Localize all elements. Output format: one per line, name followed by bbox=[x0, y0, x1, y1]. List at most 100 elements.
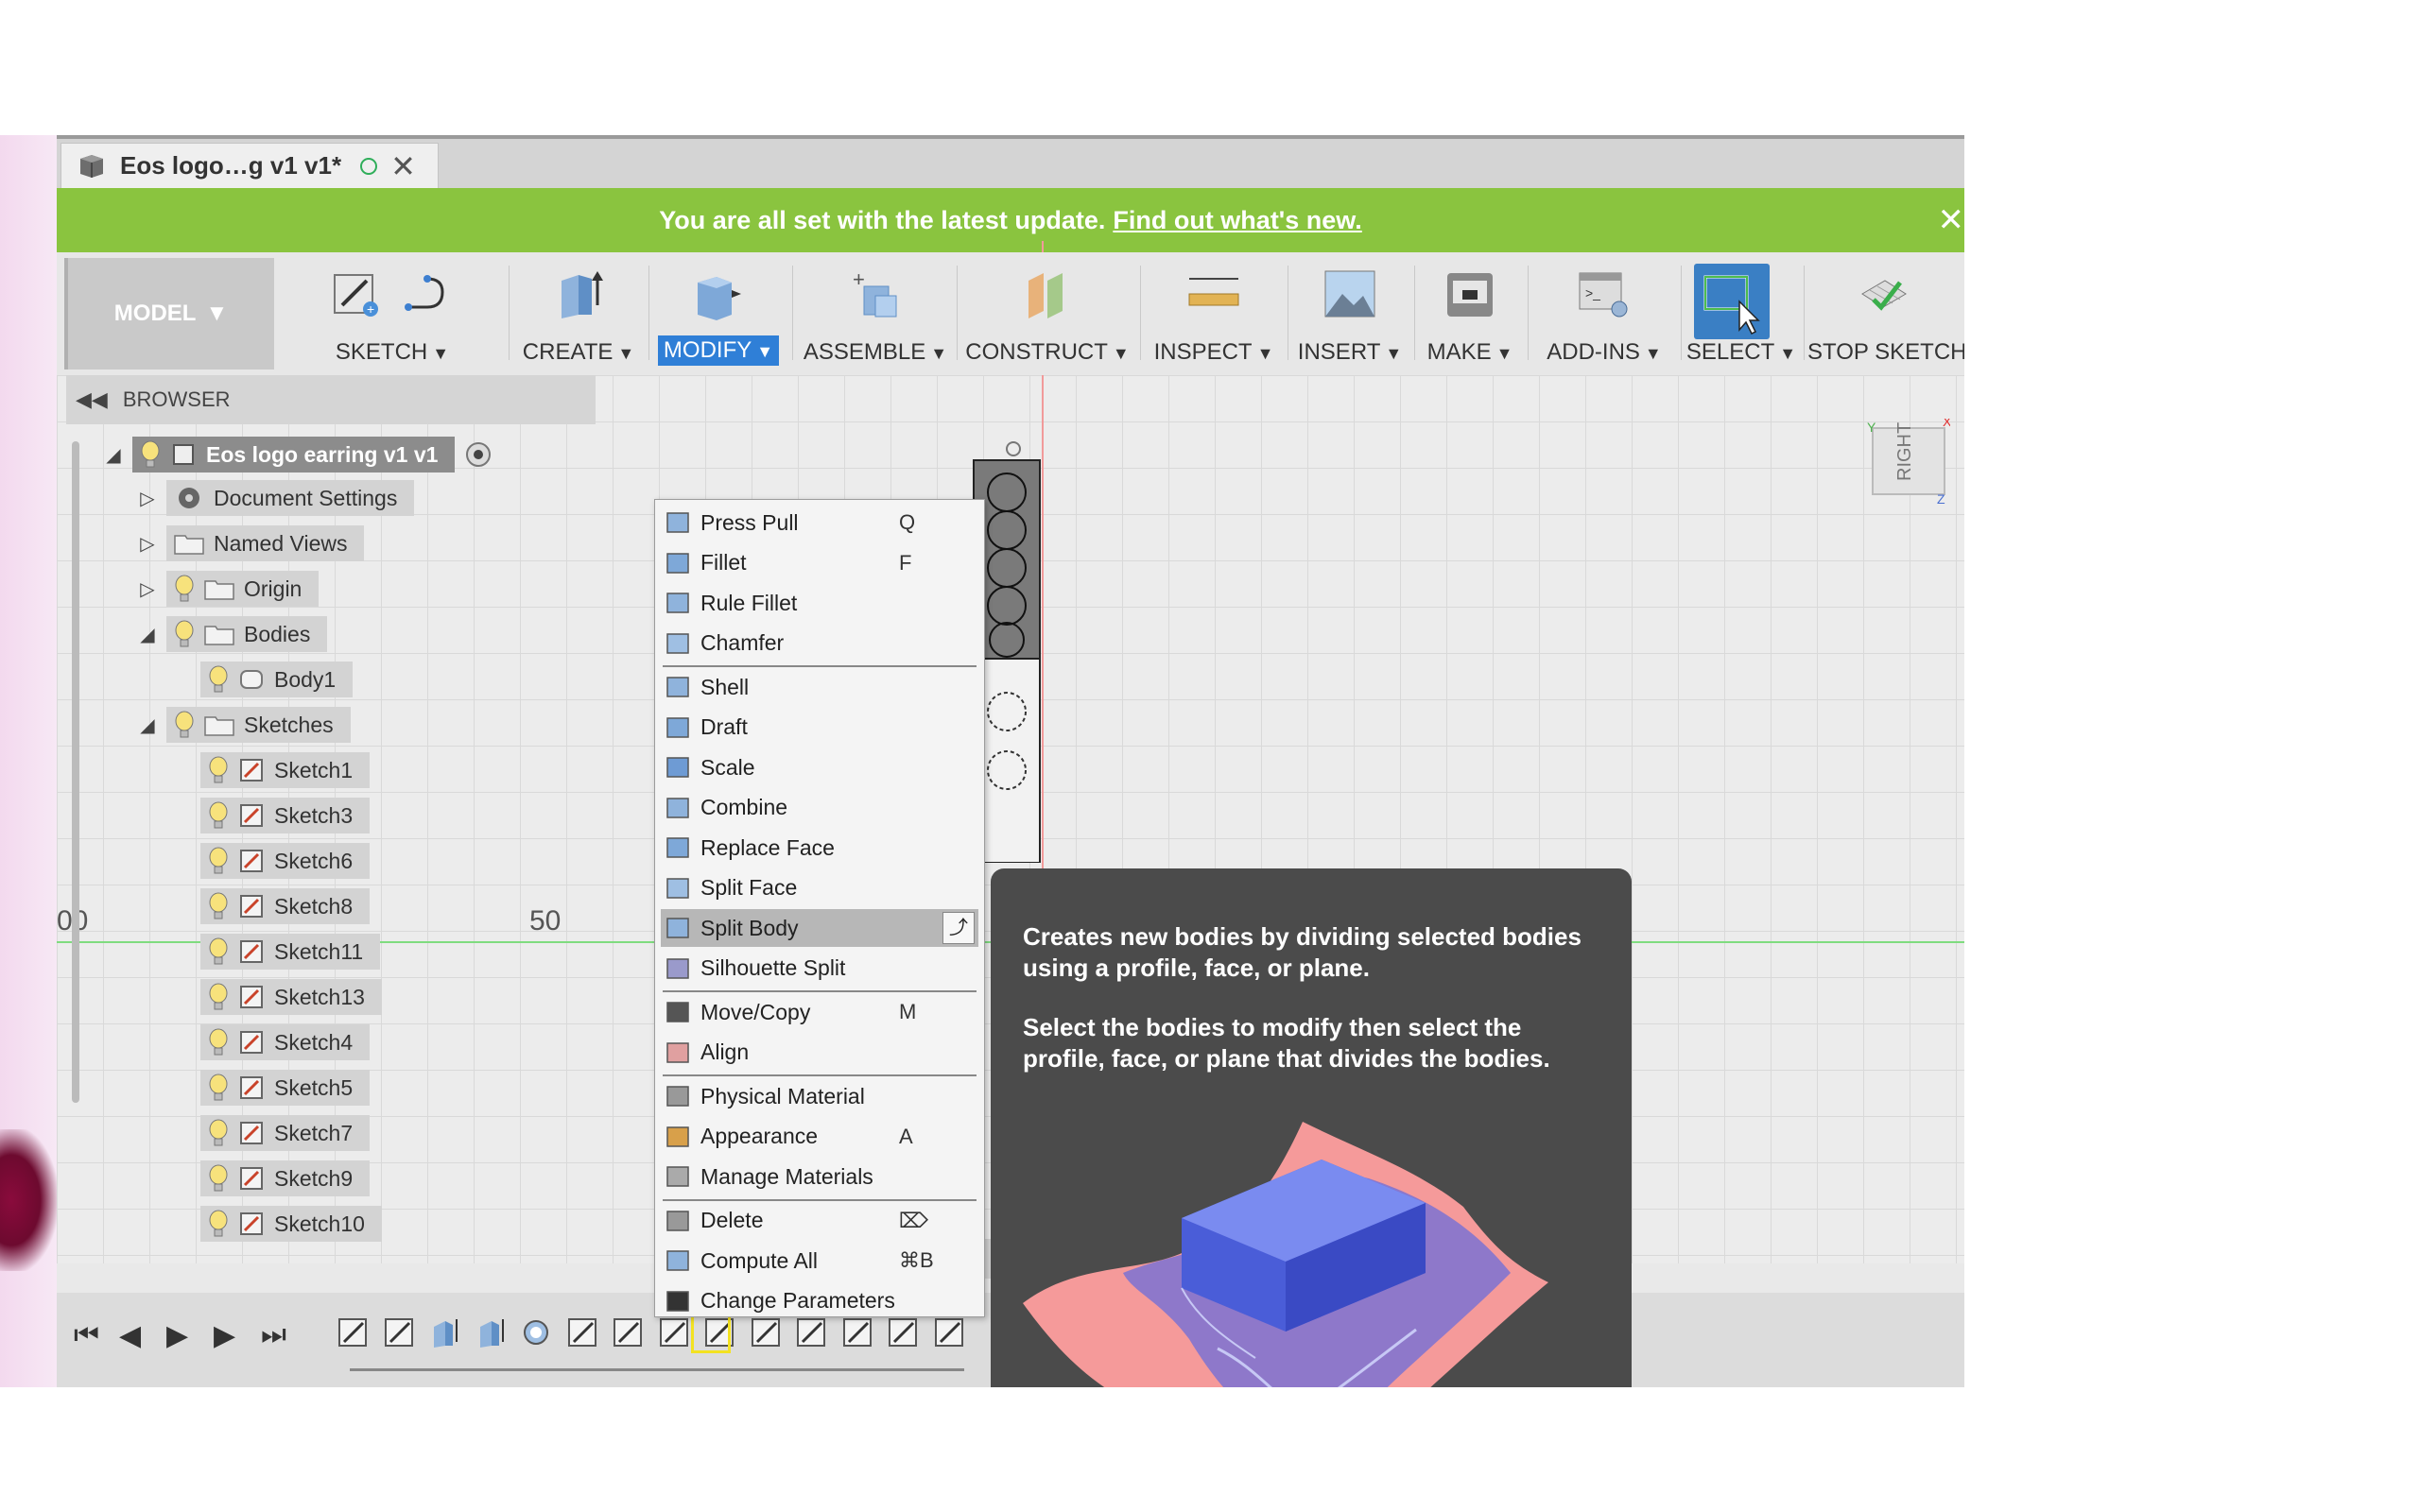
toolbar-modify[interactable]: MODIFY bbox=[652, 258, 785, 369]
toolbar-select[interactable]: SELECT bbox=[1685, 258, 1798, 369]
menu-item-compute-all[interactable]: Compute All ⌘B bbox=[661, 1242, 978, 1280]
menu-item-draft[interactable]: Draft bbox=[661, 709, 978, 747]
play-icon[interactable]: ▶ bbox=[166, 1319, 188, 1352]
toolbar-make[interactable]: MAKE bbox=[1418, 258, 1522, 369]
tree-node-document-settings[interactable]: ▷ Document Settings bbox=[138, 479, 415, 517]
chevron-down-icon: ▼ bbox=[205, 301, 229, 326]
pin-to-toolbar-icon[interactable]: ⤴ bbox=[942, 912, 975, 944]
visibility-bulb-icon[interactable] bbox=[208, 937, 229, 966]
menu-item-manage-materials[interactable]: Manage Materials bbox=[661, 1158, 978, 1195]
tree-node-sketch[interactable]: Sketch13 bbox=[200, 978, 382, 1016]
visibility-bulb-icon[interactable] bbox=[208, 983, 229, 1011]
timeline-sketch-icon[interactable] bbox=[337, 1314, 369, 1349]
menu-item-chamfer[interactable]: Chamfer bbox=[661, 625, 978, 662]
go-to-start-icon[interactable]: ⏮ bbox=[74, 1319, 99, 1351]
expand-arrow-icon[interactable]: ▷ bbox=[138, 487, 157, 510]
toolbar-construct[interactable]: CONSTRUCT bbox=[962, 258, 1132, 369]
step-back-icon[interactable]: ◀ bbox=[119, 1319, 141, 1352]
collapse-arrow-icon[interactable]: ◢ bbox=[104, 443, 123, 467]
tree-node-bodies[interactable]: ◢ Bodies bbox=[138, 615, 328, 653]
timeline-extrude-icon[interactable] bbox=[428, 1314, 460, 1349]
visibility-bulb-icon[interactable] bbox=[174, 620, 195, 648]
menu-item-delete[interactable]: Delete ⌦ bbox=[661, 1202, 978, 1240]
menu-item-scale[interactable]: Scale bbox=[661, 748, 978, 786]
toolbar-assemble[interactable]: + ASSEMBLE bbox=[800, 258, 951, 369]
toolbar-sketch[interactable]: + SKETCH bbox=[284, 258, 501, 369]
menu-item-rule-fillet[interactable]: Rule Fillet bbox=[661, 584, 978, 622]
menu-item-split-face[interactable]: Split Face bbox=[661, 869, 978, 907]
tree-node-sketch[interactable]: Sketch4 bbox=[200, 1023, 371, 1061]
visibility-bulb-icon[interactable] bbox=[208, 847, 229, 875]
browser-header[interactable]: ◀◀ BROWSER bbox=[66, 375, 596, 424]
visibility-bulb-icon[interactable] bbox=[208, 892, 229, 920]
visibility-bulb-icon[interactable] bbox=[174, 711, 195, 739]
visibility-bulb-icon[interactable] bbox=[174, 575, 195, 603]
banner-close-icon[interactable]: ✕ bbox=[1938, 201, 1965, 239]
tree-node-sketches[interactable]: ◢ Sketches bbox=[138, 706, 351, 744]
menu-item-replace-face[interactable]: Replace Face bbox=[661, 829, 978, 867]
timeline-extrude-icon[interactable] bbox=[475, 1314, 507, 1349]
visibility-bulb-icon[interactable] bbox=[208, 801, 229, 830]
expand-arrow-icon[interactable]: ▷ bbox=[138, 577, 157, 601]
timeline-sketch-icon[interactable] bbox=[383, 1314, 415, 1349]
menu-item-shell[interactable]: Shell bbox=[661, 668, 978, 706]
visibility-bulb-icon[interactable] bbox=[208, 1164, 229, 1193]
go-to-end-icon[interactable]: ⏭ bbox=[261, 1319, 286, 1351]
tree-node-sketch[interactable]: Sketch9 bbox=[200, 1160, 371, 1197]
expand-arrow-icon[interactable]: ▷ bbox=[138, 532, 157, 556]
tree-node-sketch[interactable]: Sketch6 bbox=[200, 842, 371, 880]
tree-node-sketch[interactable]: Sketch7 bbox=[200, 1114, 371, 1152]
menu-item-combine[interactable]: Combine bbox=[661, 789, 978, 827]
tree-node-sketch[interactable]: Sketch11 bbox=[200, 933, 381, 971]
menu-item-silhouette-split[interactable]: Silhouette Split bbox=[661, 950, 978, 988]
toolbar-separator bbox=[1681, 266, 1682, 360]
menu-item-physical-material[interactable]: Physical Material bbox=[661, 1077, 978, 1115]
document-tab[interactable]: Eos logo…g v1 v1* ✕ bbox=[60, 143, 439, 188]
toolbar-create[interactable]: CREATE bbox=[516, 258, 641, 369]
step-forward-icon[interactable]: ▶ bbox=[214, 1319, 235, 1352]
timeline-sketch-icon[interactable] bbox=[612, 1314, 644, 1349]
menu-item-move-copy[interactable]: Move/Copy M bbox=[661, 993, 978, 1031]
toolbar-stop-sketch[interactable]: STOP SKETCH bbox=[1807, 258, 1964, 369]
visibility-bulb-icon[interactable] bbox=[208, 756, 229, 784]
compute-all-icon bbox=[666, 1250, 689, 1271]
close-tab-icon[interactable]: ✕ bbox=[390, 151, 416, 181]
timeline-shell-icon[interactable] bbox=[520, 1314, 552, 1349]
tree-node-sketch[interactable]: Sketch5 bbox=[200, 1069, 371, 1107]
tree-node-sketch[interactable]: Sketch3 bbox=[200, 797, 371, 834]
collapse-browser-icon[interactable]: ◀◀ bbox=[76, 387, 108, 412]
visibility-bulb-icon[interactable] bbox=[140, 440, 161, 469]
collapse-arrow-icon[interactable]: ◢ bbox=[138, 623, 157, 646]
activate-radio-icon[interactable] bbox=[464, 440, 493, 469]
view-cube[interactable]: RIGHT X Y Z bbox=[1867, 414, 1952, 507]
menu-item-appearance[interactable]: Appearance A bbox=[661, 1118, 978, 1156]
tree-node-named-views[interactable]: ▷ Named Views bbox=[138, 524, 365, 562]
visibility-bulb-icon[interactable] bbox=[208, 1028, 229, 1057]
whats-new-link[interactable]: Find out what's new. bbox=[1113, 206, 1361, 235]
tree-node-sketch[interactable]: Sketch1 bbox=[200, 751, 371, 789]
tree-root[interactable]: ◢ Eos logo earring v1 v1 bbox=[104, 436, 493, 473]
toolbar-insert[interactable]: INSERT bbox=[1291, 258, 1409, 369]
physical-material-icon bbox=[666, 1086, 689, 1107]
menu-item-align[interactable]: Align bbox=[661, 1034, 978, 1072]
menu-item-change-parameters[interactable]: Change Parameters bbox=[661, 1282, 978, 1320]
tree-node-origin[interactable]: ▷ Origin bbox=[138, 570, 320, 608]
tree-node-label: Sketch9 bbox=[274, 1165, 354, 1191]
browser-scrollbar[interactable] bbox=[72, 441, 79, 1103]
visibility-bulb-icon[interactable] bbox=[208, 1119, 229, 1147]
tree-node-body1[interactable]: Body1 bbox=[200, 661, 354, 698]
tree-node-sketch[interactable]: Sketch8 bbox=[200, 887, 371, 925]
menu-item-label: Draft bbox=[700, 714, 748, 739]
visibility-bulb-icon[interactable] bbox=[208, 665, 229, 694]
menu-item-fillet[interactable]: Fillet F bbox=[661, 544, 978, 582]
menu-item-split-body[interactable]: Split Body ⤴ bbox=[661, 909, 978, 947]
toolbar-inspect[interactable]: INSPECT bbox=[1146, 258, 1282, 369]
collapse-arrow-icon[interactable]: ◢ bbox=[138, 713, 157, 737]
menu-item-press-pull[interactable]: Press Pull Q bbox=[661, 504, 978, 541]
workspace-switcher[interactable]: MODEL ▼ bbox=[64, 258, 274, 369]
visibility-bulb-icon[interactable] bbox=[208, 1210, 229, 1238]
toolbar-add-ins[interactable]: >_ ADD-INS bbox=[1533, 258, 1675, 369]
timeline-sketch-icon[interactable] bbox=[566, 1314, 598, 1349]
tree-node-sketch[interactable]: Sketch10 bbox=[200, 1205, 382, 1243]
visibility-bulb-icon[interactable] bbox=[208, 1074, 229, 1102]
